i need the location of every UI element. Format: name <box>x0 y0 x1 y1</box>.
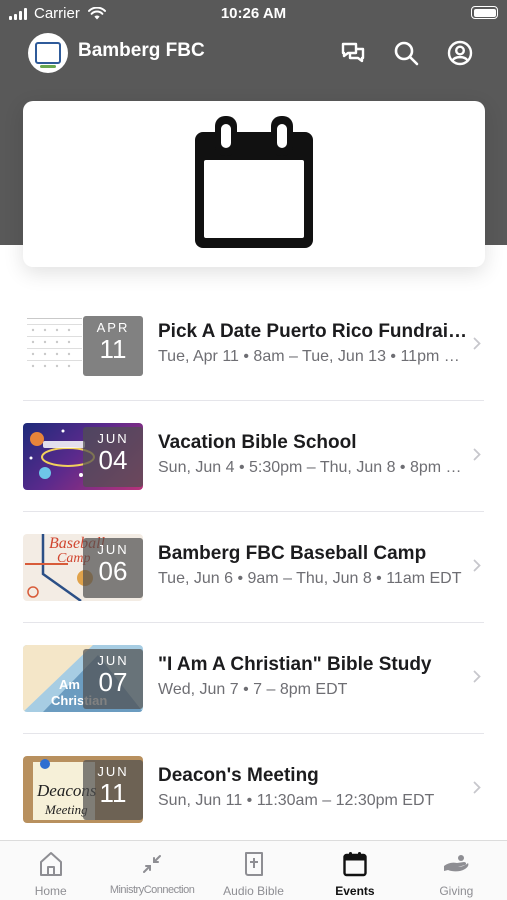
status-bar: Carrier 10:26 AM <box>0 0 507 28</box>
event-thumbnail: APR 11 <box>23 312 143 379</box>
event-row[interactable]: APR 11 Pick A Date Puerto Rico Fundraise… <box>0 290 507 401</box>
date-badge: JUN 07 <box>83 649 143 709</box>
event-thumbnail: Deacons Meeting JUN 11 <box>23 756 143 823</box>
event-row[interactable]: Deacons Meeting JUN 11 Deacon's Meeting … <box>0 734 507 845</box>
event-subtitle: Sun, Jun 4 • 5:30pm – Thu, Jun 8 • 8pm E… <box>158 459 468 476</box>
search-icon[interactable] <box>391 38 421 68</box>
chevron-right-icon <box>473 670 481 683</box>
date-day: 11 <box>99 778 127 808</box>
top-bar: Bamberg FBC <box>0 30 507 76</box>
tab-label: Giving <box>439 884 474 898</box>
event-subtitle: Tue, Jun 6 • 9am – Thu, Jun 8 • 11am EDT <box>158 570 462 587</box>
svg-text:Am: Am <box>59 677 80 692</box>
bible-icon <box>244 852 263 876</box>
chevron-right-icon <box>473 559 481 572</box>
tab-events[interactable]: Events <box>304 841 405 900</box>
chevron-right-icon <box>473 337 481 350</box>
tab-audio-bible[interactable]: Audio Bible <box>203 841 304 900</box>
svg-text:Meeting: Meeting <box>44 802 88 817</box>
tab-home[interactable]: Home <box>0 841 101 900</box>
event-title: Vacation Bible School <box>158 432 357 453</box>
event-title: Pick A Date Puerto Rico Fundraiser <box>158 321 468 342</box>
event-row[interactable]: JUN 04 Vacation Bible School Sun, Jun 4 … <box>0 401 507 512</box>
event-subtitle: Sun, Jun 11 • 11:30am – 12:30pm EDT <box>158 792 435 809</box>
event-row[interactable]: Am Christian JUN 07 "I Am A Christian" B… <box>0 623 507 734</box>
event-subtitle: Tue, Apr 11 • 8am – Tue, Jun 13 • 11pm E… <box>158 348 468 365</box>
date-day: 04 <box>98 445 128 475</box>
profile-icon[interactable] <box>445 38 475 68</box>
event-title: Bamberg FBC Baseball Camp <box>158 543 427 564</box>
home-icon <box>39 852 62 876</box>
date-badge: JUN 11 <box>83 760 143 820</box>
tab-label: Events <box>335 884 375 898</box>
date-day: 06 <box>98 556 128 586</box>
tab-label: Audio Bible <box>223 884 284 898</box>
date-badge: JUN 06 <box>83 538 143 598</box>
battery-icon <box>471 6 498 19</box>
event-thumbnail: Baseball Camp JUN 06 <box>23 534 143 601</box>
chat-icon[interactable] <box>338 38 368 68</box>
date-badge: APR 11 <box>83 316 143 376</box>
tab-giving[interactable]: Giving <box>406 841 507 900</box>
date-day: 07 <box>98 667 128 697</box>
chevron-right-icon <box>473 781 481 794</box>
event-title: Deacon's Meeting <box>158 765 319 786</box>
church-logo[interactable] <box>28 33 68 73</box>
church-name: Bamberg FBC <box>78 40 205 61</box>
date-month: APR <box>96 320 130 335</box>
date-day: 11 <box>99 334 127 364</box>
tab-ministry-connection[interactable]: MinistryConnection <box>101 841 202 900</box>
event-title: "I Am A Christian" Bible Study <box>158 654 432 675</box>
date-month: JUN <box>97 542 129 557</box>
event-row[interactable]: Baseball Camp JUN 06 Bamberg FBC Basebal… <box>0 512 507 623</box>
hero-card <box>23 101 485 267</box>
date-month: JUN <box>97 764 129 779</box>
date-month: JUN <box>97 431 129 446</box>
calendar-icon <box>195 116 313 248</box>
event-thumbnail: Am Christian JUN 07 <box>23 645 143 712</box>
calendar-icon <box>343 852 367 877</box>
event-list: APR 11 Pick A Date Puerto Rico Fundraise… <box>0 290 507 845</box>
event-subtitle: Wed, Jun 7 • 7 – 8pm EDT <box>158 681 348 698</box>
tab-bar: Home MinistryConnection Audio Bible Even… <box>0 840 507 900</box>
connection-icon <box>143 855 162 873</box>
tab-label: Home <box>34 884 67 898</box>
status-time: 10:26 AM <box>220 5 287 22</box>
chevron-right-icon <box>473 448 481 461</box>
event-thumbnail: JUN 04 <box>23 423 143 490</box>
tab-label: MinistryConnection <box>109 884 195 896</box>
date-month: JUN <box>97 653 129 668</box>
giving-icon <box>444 855 469 872</box>
date-badge: JUN 04 <box>83 427 143 487</box>
